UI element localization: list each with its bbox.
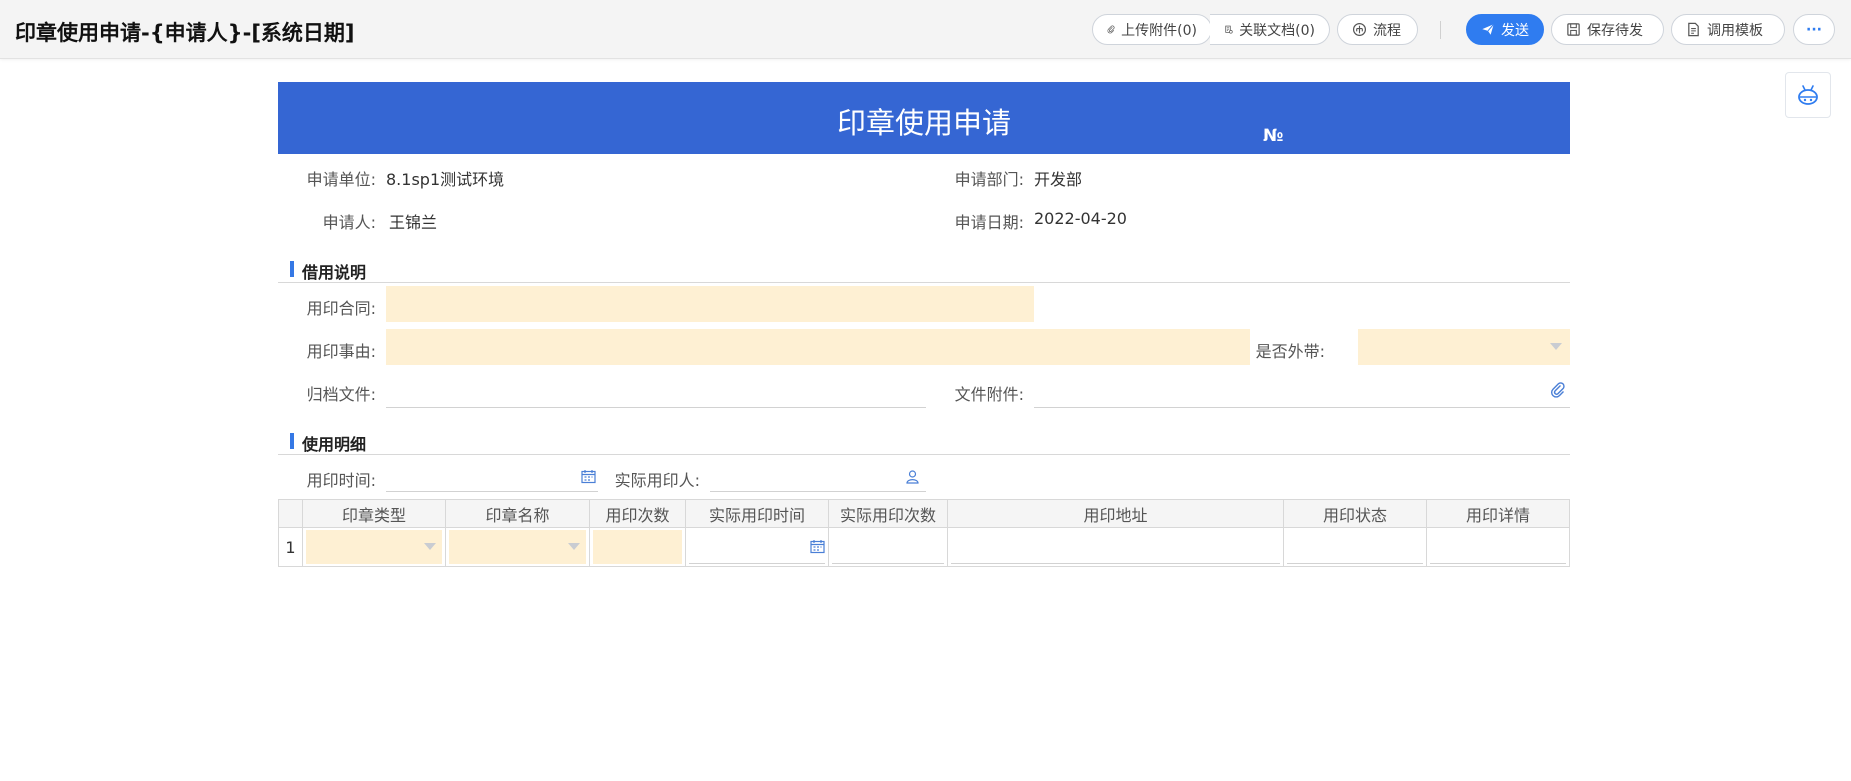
column-header: 实际用印时间 <box>686 500 829 527</box>
use-status-input[interactable] <box>1287 530 1423 564</box>
column-header: 用印状态 <box>1284 500 1427 527</box>
upload-attachment-label: 上传附件(0) <box>1121 22 1197 39</box>
use-detail-cell[interactable] <box>1427 528 1569 566</box>
linked-doc-icon <box>1225 25 1233 34</box>
chevron-down-icon <box>568 543 580 550</box>
attachment-label: 文件附件: <box>954 385 1024 404</box>
calendar-icon[interactable] <box>581 469 596 484</box>
section-borrow-description: 借用说明 <box>278 253 1570 283</box>
column-header: 印章类型 <box>303 500 446 527</box>
page-title: 印章使用申请-{申请人}-[系统日期] <box>15 21 355 45</box>
column-header: 用印地址 <box>948 500 1284 527</box>
applicant-label: 申请人: <box>322 213 376 232</box>
apply-unit-label: 申请单位: <box>306 170 376 189</box>
archive-input[interactable] <box>386 372 926 408</box>
column-header: 实际用印次数 <box>829 500 948 527</box>
apply-date-value: 2022-04-20 <box>1034 209 1127 228</box>
column-header: 用印详情 <box>1465 505 1530 525</box>
column-header: 用印次数 <box>590 500 686 527</box>
form-number-label: № <box>1263 126 1284 146</box>
section-title: 借用说明 <box>302 263 367 282</box>
paper-plane-icon <box>1482 23 1495 35</box>
take-out-label: 是否外带: <box>1255 342 1325 361</box>
use-template-label: 调用模板 <box>1707 22 1763 39</box>
applicant-value: 王锦兰 <box>389 213 438 232</box>
flow-icon <box>1352 22 1367 37</box>
seal-application-form: 印章使用申请 № 申请单位: 8.1sp1测试环境 申请部门: 开发部 申请人:… <box>278 82 1570 567</box>
flow-button[interactable]: 流程 <box>1337 14 1418 45</box>
row-index: 1 <box>279 528 303 566</box>
use-count-input[interactable] <box>593 530 682 564</box>
reason-label: 用印事由: <box>306 342 376 361</box>
related-docs-label: 关联文档(0) <box>1239 22 1315 39</box>
seal-type-select[interactable] <box>303 528 446 566</box>
actual-user-input[interactable] <box>710 460 926 492</box>
paperclip-icon[interactable] <box>1550 382 1566 398</box>
apply-date-label: 申请日期: <box>954 213 1024 232</box>
use-time-label: 用印时间: <box>306 471 376 490</box>
attachment-input[interactable] <box>1034 372 1570 408</box>
seal-name-select[interactable] <box>446 528 590 566</box>
section-usage-detail: 使用明细 <box>278 425 1570 455</box>
use-address-cell[interactable] <box>948 528 1284 566</box>
seal-type-field[interactable] <box>306 530 442 564</box>
assistant-robot-button[interactable] <box>1785 72 1831 118</box>
row-index-header <box>279 500 303 527</box>
column-header: 印章名称 <box>446 500 590 527</box>
toolbar-divider <box>1440 21 1441 39</box>
actual-use-count-input[interactable] <box>832 530 944 564</box>
user-icon[interactable] <box>905 469 920 484</box>
upload-attachment-button[interactable]: 上传附件(0) <box>1092 14 1212 45</box>
section-marker <box>290 261 294 277</box>
save-draft-button[interactable]: 保存待发 <box>1551 14 1664 45</box>
send-label: 发送 <box>1501 22 1529 39</box>
seal-name-field[interactable] <box>449 530 586 564</box>
flow-label: 流程 <box>1373 22 1401 39</box>
chevron-down-icon <box>424 543 436 550</box>
take-out-select[interactable] <box>1358 329 1570 365</box>
calendar-icon[interactable] <box>810 539 825 554</box>
contract-input[interactable] <box>386 286 1034 322</box>
more-icon: ··· <box>1806 21 1822 38</box>
apply-unit-value: 8.1sp1测试环境 <box>386 170 505 189</box>
more-button[interactable]: ··· <box>1793 14 1835 45</box>
table-header-row: 印章类型 印章名称 用印次数 实际用印时间 实际用印次数 用印地址 用印状态 用… <box>279 500 1569 528</box>
usage-detail-table: 印章类型 印章名称 用印次数 实际用印时间 实际用印次数 用印地址 用印状态 用… <box>278 499 1570 567</box>
form-banner: 印章使用申请 № <box>278 82 1570 154</box>
use-detail-input[interactable] <box>1430 530 1566 564</box>
use-status-cell[interactable] <box>1284 528 1427 566</box>
actual-use-count-cell[interactable] <box>829 528 948 566</box>
actual-use-time-cell[interactable] <box>686 528 829 566</box>
template-icon <box>1688 22 1699 37</box>
related-docs-button[interactable]: 关联文档(0) <box>1210 14 1330 45</box>
form-title: 印章使用申请 <box>836 106 1011 140</box>
chevron-down-icon <box>1550 343 1562 350</box>
use-time-input[interactable] <box>386 460 598 492</box>
save-draft-label: 保存待发 <box>1587 22 1643 39</box>
apply-dept-label: 申请部门: <box>954 170 1024 189</box>
section-title: 使用明细 <box>302 435 367 454</box>
use-count-cell[interactable] <box>590 528 686 566</box>
table-row: 1 <box>279 528 1569 566</box>
use-address-input[interactable] <box>951 530 1280 564</box>
section-marker <box>290 433 294 449</box>
top-toolbar: 印章使用申请-{申请人}-[系统日期] 上传附件(0) 关联文档(0) 流程 发… <box>0 0 1851 59</box>
send-button[interactable]: 发送 <box>1466 14 1544 45</box>
actual-use-time-input[interactable] <box>689 530 825 564</box>
contract-label: 用印合同: <box>306 299 376 318</box>
save-icon <box>1567 23 1580 36</box>
actual-user-label: 实际用印人: <box>614 471 700 490</box>
apply-dept-value: 开发部 <box>1034 170 1083 189</box>
paperclip-icon <box>1107 25 1115 34</box>
archive-label: 归档文件: <box>306 385 376 404</box>
reason-input[interactable] <box>386 329 1250 365</box>
use-template-button[interactable]: 调用模板 <box>1671 14 1785 45</box>
robot-icon <box>1798 85 1818 105</box>
